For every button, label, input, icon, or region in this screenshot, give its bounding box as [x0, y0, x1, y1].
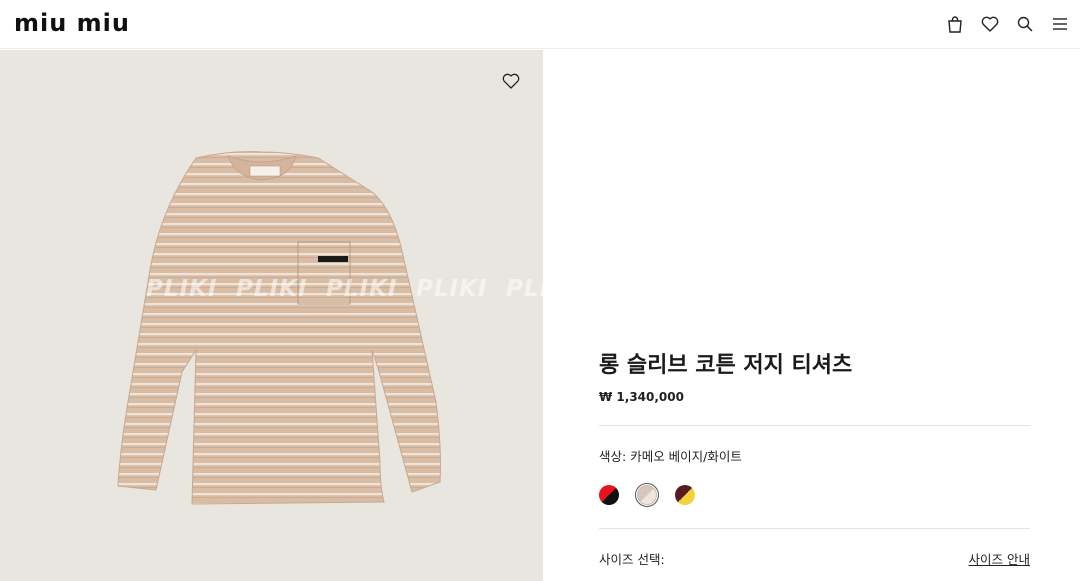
product-details: 롱 슬리브 코튼 저지 티셔츠 ₩ 1,340,000 색상: 카메오 베이지/… — [599, 350, 1030, 568]
watermark-text: PLIKI — [326, 276, 398, 302]
search-icon[interactable] — [1014, 12, 1035, 36]
size-selection: 사이즈 선택: 사이즈 안내 — [599, 549, 1030, 568]
brand-logo[interactable]: miu miu — [14, 8, 130, 38]
color-swatch-burgundy-yellow[interactable] — [673, 483, 697, 507]
color-swatches — [597, 483, 1030, 507]
color-swatch-red-black[interactable] — [597, 483, 621, 507]
size-guide-link[interactable]: 사이즈 안내 — [969, 549, 1030, 568]
size-label: 사이즈 선택: — [599, 552, 665, 567]
heart-icon[interactable] — [979, 12, 1000, 36]
bag-icon[interactable] — [944, 12, 965, 36]
header-icons — [944, 12, 1070, 36]
divider — [599, 425, 1030, 426]
color-swatch-cameo-beige-white[interactable] — [635, 483, 659, 507]
watermark-text: PLIKI — [236, 276, 308, 302]
product-image — [117, 151, 441, 505]
watermark-text: PLIKI — [416, 276, 488, 302]
site-header: miu miu — [0, 0, 1080, 49]
color-label: 색상: — [599, 449, 627, 464]
divider — [599, 528, 1030, 529]
product-title: 롱 슬리브 코튼 저지 티셔츠 — [599, 353, 853, 378]
color-selection: 색상: 카메오 베이지/화이트 — [599, 446, 1030, 465]
color-value: 카메오 베이지/화이트 — [630, 449, 742, 464]
product-image-gallery[interactable]: PLIKI PLIKI PLIKI PLIKI PLI — [0, 50, 543, 581]
watermark-text: PLI — [506, 276, 543, 302]
menu-icon[interactable] — [1049, 12, 1070, 36]
product-price: ₩ 1,340,000 — [599, 390, 684, 404]
wishlist-heart-icon[interactable] — [500, 70, 522, 92]
watermark-text: PLIKI — [146, 276, 218, 302]
